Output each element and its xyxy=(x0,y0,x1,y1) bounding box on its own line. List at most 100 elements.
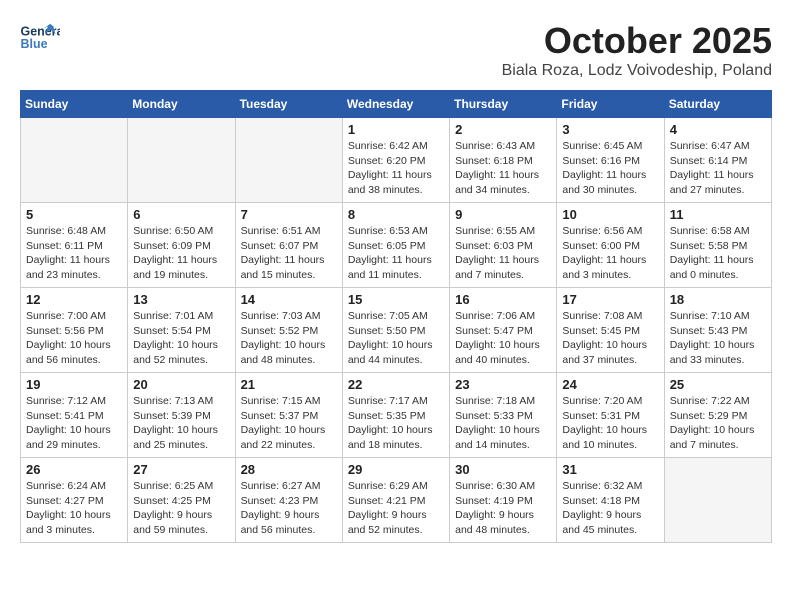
calendar-cell: 18 Sunrise: 7:10 AM Sunset: 5:43 PM Dayli… xyxy=(664,288,771,373)
day-number: 12 xyxy=(26,292,122,307)
calendar-week-row: 12 Sunrise: 7:00 AM Sunset: 5:56 PM Dayli… xyxy=(21,288,772,373)
calendar-cell: 6Sunrise: 6:50 AM Sunset: 6:09 PM Daylig… xyxy=(128,203,235,288)
day-info: Sunrise: 7:17 AM Sunset: 5:35 PM Dayligh… xyxy=(348,394,444,453)
day-number: 16 xyxy=(455,292,551,307)
day-info: Sunrise: 7:08 AM Sunset: 5:45 PM Dayligh… xyxy=(562,309,658,368)
calendar-cell: 5Sunrise: 6:48 AM Sunset: 6:11 PM Daylig… xyxy=(21,203,128,288)
calendar-cell: 8 Sunrise: 6:53 AM Sunset: 6:05 PM Daylig… xyxy=(342,203,449,288)
day-info: Sunrise: 7:10 AM Sunset: 5:43 PM Dayligh… xyxy=(670,309,766,368)
day-number: 14 xyxy=(241,292,337,307)
day-number: 2 xyxy=(455,122,551,137)
day-info: Sunrise: 7:18 AM Sunset: 5:33 PM Dayligh… xyxy=(455,394,551,453)
day-number: 25 xyxy=(670,377,766,392)
calendar-cell: 30 Sunrise: 6:30 AM Sunset: 4:19 PM Dayli… xyxy=(450,458,557,543)
calendar-body: 1Sunrise: 6:42 AM Sunset: 6:20 PM Daylig… xyxy=(21,118,772,543)
day-number: 24 xyxy=(562,377,658,392)
day-info: Sunrise: 7:03 AM Sunset: 5:52 PM Dayligh… xyxy=(241,309,337,368)
day-number: 22 xyxy=(348,377,444,392)
day-number: 18 xyxy=(670,292,766,307)
calendar-cell: 7 Sunrise: 6:51 AM Sunset: 6:07 PM Daylig… xyxy=(235,203,342,288)
calendar-cell xyxy=(128,118,235,203)
day-info: Sunrise: 6:45 AM Sunset: 6:16 PM Dayligh… xyxy=(562,139,658,198)
weekday-header-sunday: Sunday xyxy=(21,91,128,118)
logo: General Blue xyxy=(20,20,60,55)
day-info: Sunrise: 6:51 AM Sunset: 6:07 PM Dayligh… xyxy=(241,224,337,283)
day-number: 26 xyxy=(26,462,122,477)
calendar-week-row: 26Sunrise: 6:24 AM Sunset: 4:27 PM Dayli… xyxy=(21,458,772,543)
calendar-cell: 19Sunrise: 7:12 AM Sunset: 5:41 PM Dayli… xyxy=(21,373,128,458)
day-number: 9 xyxy=(455,207,551,222)
day-info: Sunrise: 6:42 AM Sunset: 6:20 PM Dayligh… xyxy=(348,139,444,198)
day-number: 30 xyxy=(455,462,551,477)
day-info: Sunrise: 7:00 AM Sunset: 5:56 PM Dayligh… xyxy=(26,309,122,368)
calendar-week-row: 19Sunrise: 7:12 AM Sunset: 5:41 PM Dayli… xyxy=(21,373,772,458)
calendar-cell: 11 Sunrise: 6:58 AM Sunset: 5:58 PM Dayli… xyxy=(664,203,771,288)
calendar-cell: 31 Sunrise: 6:32 AM Sunset: 4:18 PM Dayli… xyxy=(557,458,664,543)
day-number: 11 xyxy=(670,207,766,222)
calendar-cell: 27 Sunrise: 6:25 AM Sunset: 4:25 PM Dayli… xyxy=(128,458,235,543)
day-number: 10 xyxy=(562,207,658,222)
calendar-cell xyxy=(21,118,128,203)
calendar-cell: 15 Sunrise: 7:05 AM Sunset: 5:50 PM Dayli… xyxy=(342,288,449,373)
weekday-header-saturday: Saturday xyxy=(664,91,771,118)
calendar-cell: 29Sunrise: 6:29 AM Sunset: 4:21 PM Dayli… xyxy=(342,458,449,543)
day-info: Sunrise: 6:25 AM Sunset: 4:25 PM Dayligh… xyxy=(133,479,229,538)
calendar-cell: 17 Sunrise: 7:08 AM Sunset: 5:45 PM Dayli… xyxy=(557,288,664,373)
day-number: 21 xyxy=(241,377,337,392)
page-header: General Blue October 2025 Biala Roza, Lo… xyxy=(20,20,772,80)
day-number: 13 xyxy=(133,292,229,307)
weekday-header-tuesday: Tuesday xyxy=(235,91,342,118)
day-info: Sunrise: 6:30 AM Sunset: 4:19 PM Dayligh… xyxy=(455,479,551,538)
svg-text:Blue: Blue xyxy=(21,37,48,51)
weekday-header-monday: Monday xyxy=(128,91,235,118)
calendar-cell: 1Sunrise: 6:42 AM Sunset: 6:20 PM Daylig… xyxy=(342,118,449,203)
day-number: 20 xyxy=(133,377,229,392)
calendar-cell xyxy=(664,458,771,543)
calendar-cell: 20 Sunrise: 7:13 AM Sunset: 5:39 PM Dayli… xyxy=(128,373,235,458)
weekday-header-friday: Friday xyxy=(557,91,664,118)
day-info: Sunrise: 6:32 AM Sunset: 4:18 PM Dayligh… xyxy=(562,479,658,538)
calendar-week-row: 1Sunrise: 6:42 AM Sunset: 6:20 PM Daylig… xyxy=(21,118,772,203)
calendar-cell: 9Sunrise: 6:55 AM Sunset: 6:03 PM Daylig… xyxy=(450,203,557,288)
calendar-cell: 21 Sunrise: 7:15 AM Sunset: 5:37 PM Dayli… xyxy=(235,373,342,458)
day-number: 17 xyxy=(562,292,658,307)
calendar-cell: 25Sunrise: 7:22 AM Sunset: 5:29 PM Dayli… xyxy=(664,373,771,458)
calendar-cell: 22 Sunrise: 7:17 AM Sunset: 5:35 PM Dayli… xyxy=(342,373,449,458)
day-info: Sunrise: 6:50 AM Sunset: 6:09 PM Dayligh… xyxy=(133,224,229,283)
day-number: 3 xyxy=(562,122,658,137)
weekday-header-wednesday: Wednesday xyxy=(342,91,449,118)
calendar-table: SundayMondayTuesdayWednesdayThursdayFrid… xyxy=(20,90,772,543)
calendar-cell xyxy=(235,118,342,203)
calendar-cell: 26Sunrise: 6:24 AM Sunset: 4:27 PM Dayli… xyxy=(21,458,128,543)
day-number: 28 xyxy=(241,462,337,477)
day-number: 27 xyxy=(133,462,229,477)
calendar-cell: 2 Sunrise: 6:43 AM Sunset: 6:18 PM Daylig… xyxy=(450,118,557,203)
day-info: Sunrise: 6:47 AM Sunset: 6:14 PM Dayligh… xyxy=(670,139,766,198)
title-block: October 2025 Biala Roza, Lodz Voivodeshi… xyxy=(502,20,772,80)
weekday-header-thursday: Thursday xyxy=(450,91,557,118)
calendar-week-row: 5Sunrise: 6:48 AM Sunset: 6:11 PM Daylig… xyxy=(21,203,772,288)
day-info: Sunrise: 7:05 AM Sunset: 5:50 PM Dayligh… xyxy=(348,309,444,368)
calendar-cell: 23Sunrise: 7:18 AM Sunset: 5:33 PM Dayli… xyxy=(450,373,557,458)
day-number: 29 xyxy=(348,462,444,477)
day-info: Sunrise: 6:43 AM Sunset: 6:18 PM Dayligh… xyxy=(455,139,551,198)
day-info: Sunrise: 6:58 AM Sunset: 5:58 PM Dayligh… xyxy=(670,224,766,283)
day-number: 8 xyxy=(348,207,444,222)
day-number: 31 xyxy=(562,462,658,477)
day-info: Sunrise: 7:12 AM Sunset: 5:41 PM Dayligh… xyxy=(26,394,122,453)
day-number: 15 xyxy=(348,292,444,307)
day-info: Sunrise: 7:01 AM Sunset: 5:54 PM Dayligh… xyxy=(133,309,229,368)
calendar-cell: 13 Sunrise: 7:01 AM Sunset: 5:54 PM Dayli… xyxy=(128,288,235,373)
location-title: Biala Roza, Lodz Voivodeship, Poland xyxy=(502,62,772,80)
day-info: Sunrise: 6:53 AM Sunset: 6:05 PM Dayligh… xyxy=(348,224,444,283)
day-info: Sunrise: 7:15 AM Sunset: 5:37 PM Dayligh… xyxy=(241,394,337,453)
day-number: 7 xyxy=(241,207,337,222)
calendar-cell: 24Sunrise: 7:20 AM Sunset: 5:31 PM Dayli… xyxy=(557,373,664,458)
calendar-cell: 14 Sunrise: 7:03 AM Sunset: 5:52 PM Dayli… xyxy=(235,288,342,373)
calendar-cell: 3 Sunrise: 6:45 AM Sunset: 6:16 PM Daylig… xyxy=(557,118,664,203)
day-info: Sunrise: 7:13 AM Sunset: 5:39 PM Dayligh… xyxy=(133,394,229,453)
day-info: Sunrise: 6:48 AM Sunset: 6:11 PM Dayligh… xyxy=(26,224,122,283)
calendar-cell: 10 Sunrise: 6:56 AM Sunset: 6:00 PM Dayli… xyxy=(557,203,664,288)
day-info: Sunrise: 6:56 AM Sunset: 6:00 PM Dayligh… xyxy=(562,224,658,283)
calendar-cell: 16Sunrise: 7:06 AM Sunset: 5:47 PM Dayli… xyxy=(450,288,557,373)
